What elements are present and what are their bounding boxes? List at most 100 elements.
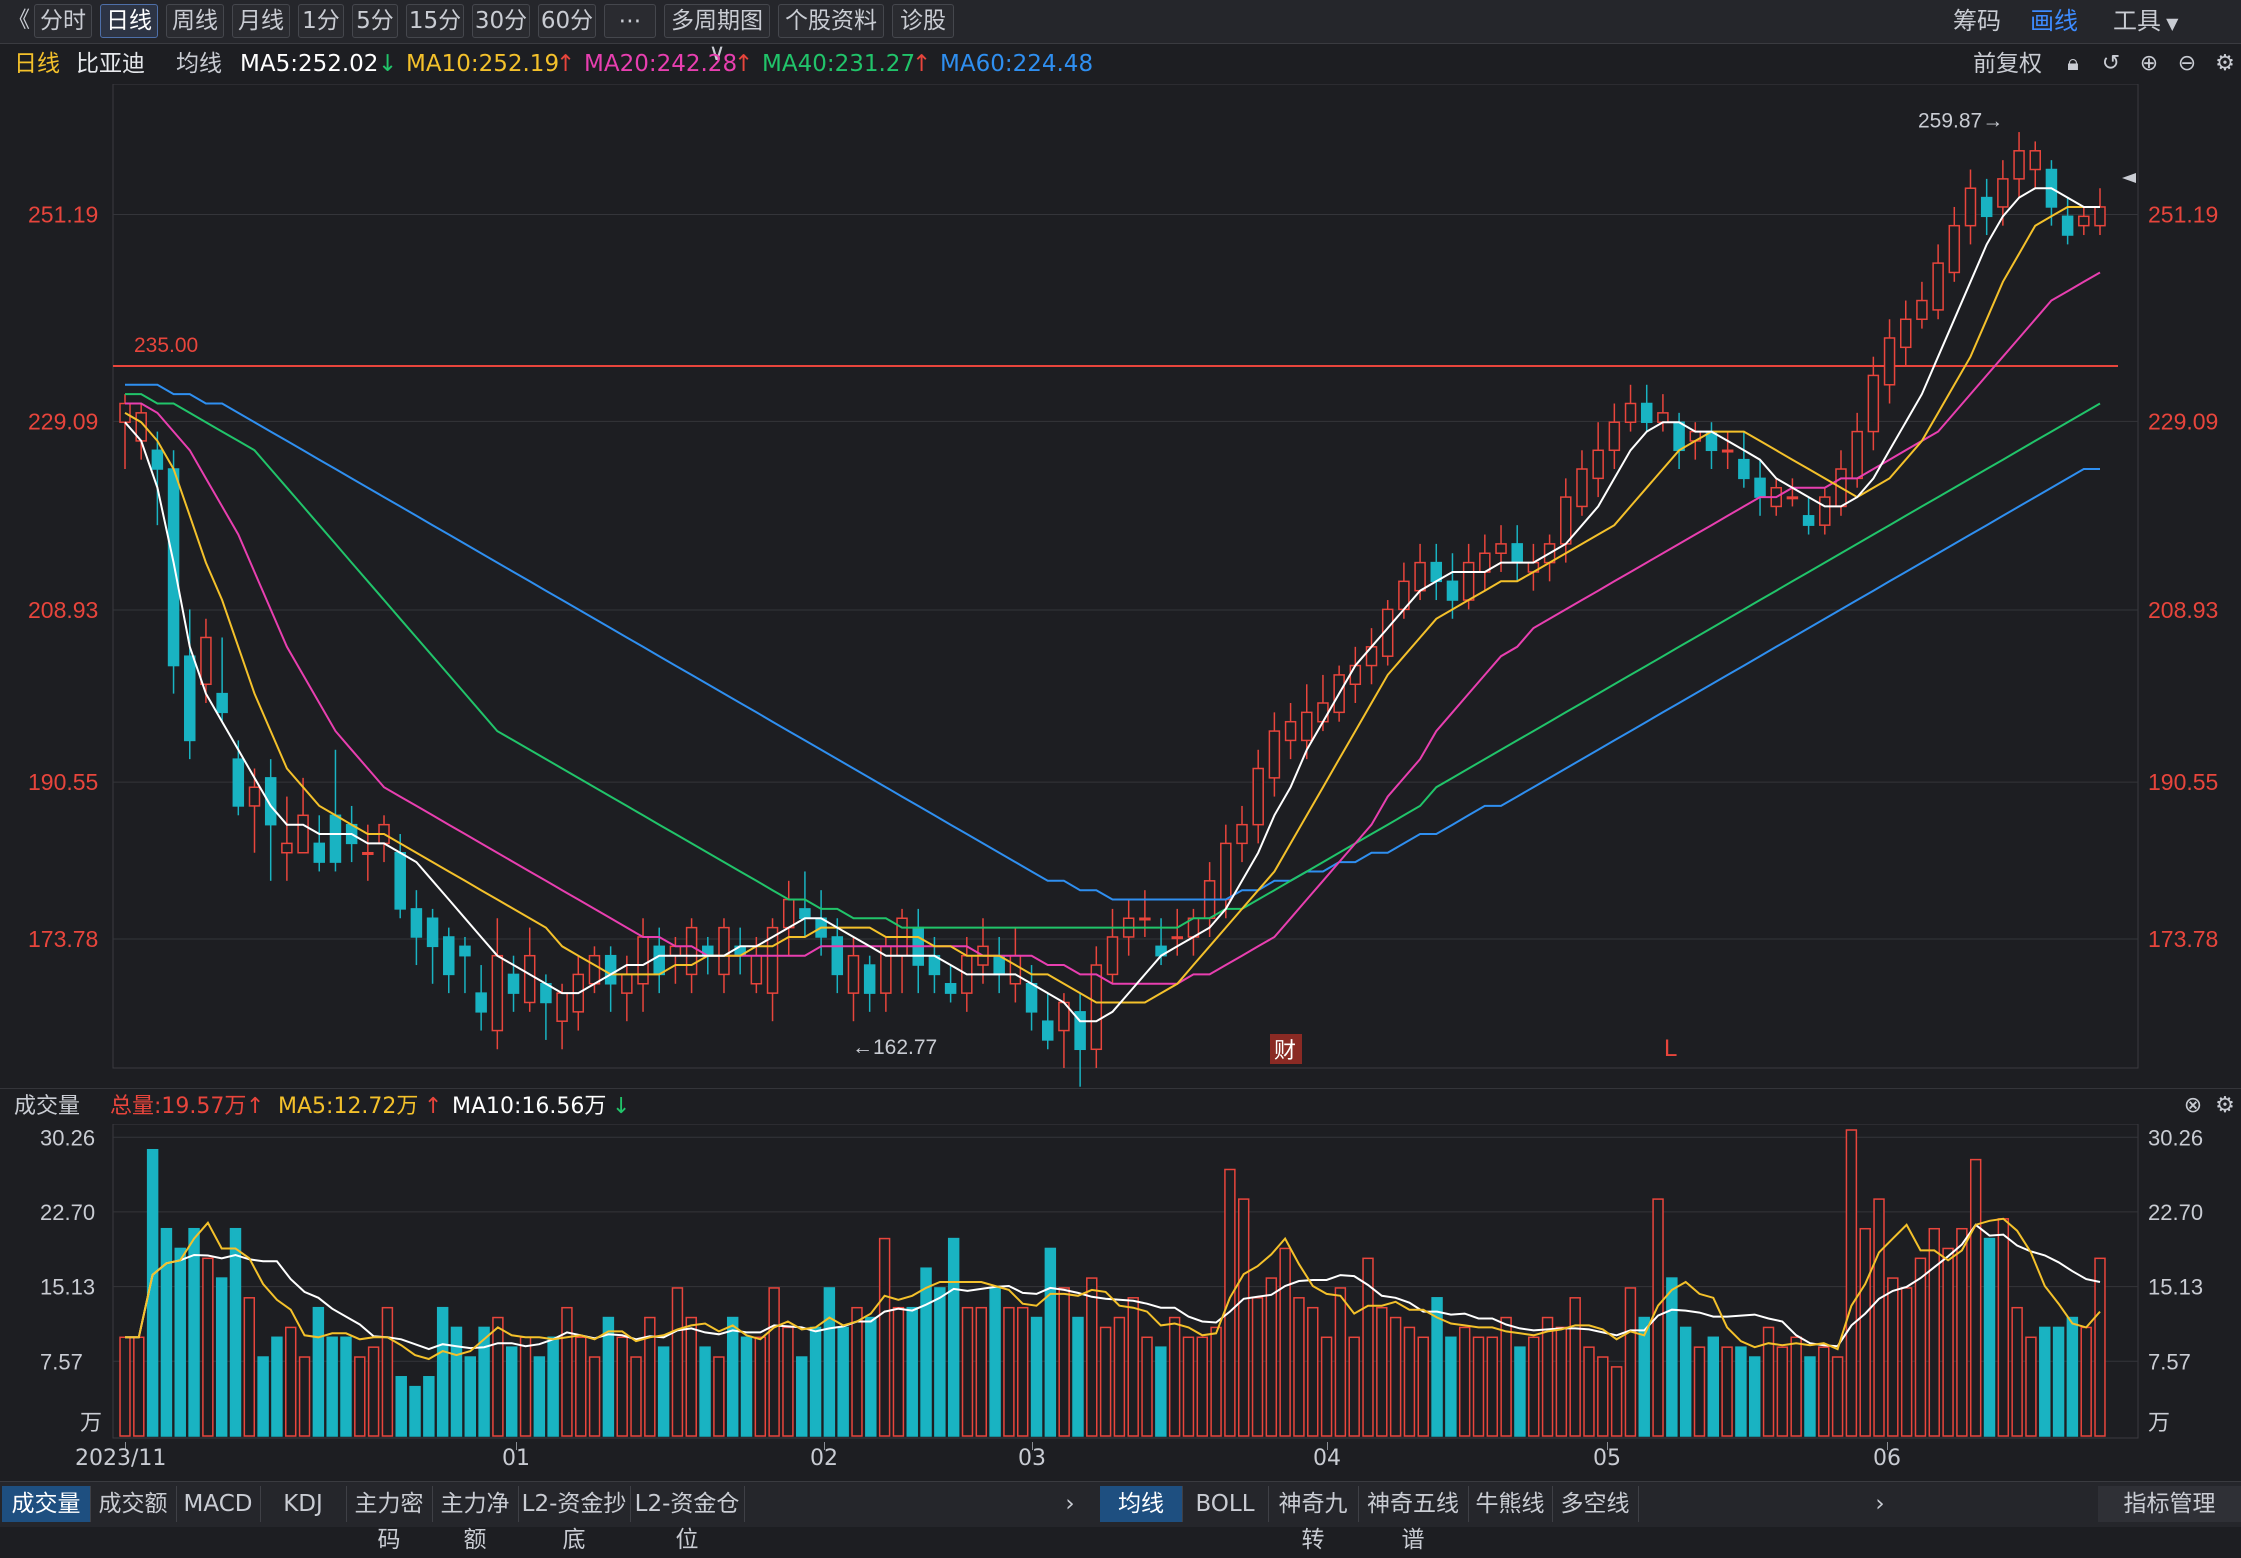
candle-body bbox=[1786, 496, 1799, 500]
candle-body bbox=[297, 814, 309, 854]
overlay-tab-0[interactable]: 均线 bbox=[1100, 1486, 1183, 1522]
candle-body bbox=[1495, 543, 1507, 554]
undo-icon[interactable]: ↺ bbox=[2098, 51, 2124, 77]
date-axis: 2023/11 01 02 03 04 05 06 bbox=[0, 1442, 2241, 1476]
chip-button[interactable]: 筹码 bbox=[1953, 4, 2001, 38]
overlay-tab-2[interactable]: 神奇九转 bbox=[1268, 1486, 1359, 1553]
candle-body bbox=[750, 954, 763, 985]
tab-period-12[interactable]: 诊股 bbox=[892, 4, 954, 38]
candle-body bbox=[669, 945, 682, 957]
tab-period-9[interactable]: ⋯ bbox=[604, 4, 656, 38]
overlay-tab-3[interactable]: 神奇五线谱 bbox=[1358, 1486, 1469, 1553]
indicator-tab-6[interactable]: L2-资金抄底 bbox=[518, 1486, 631, 1553]
chevron-right-icon[interactable]: › bbox=[1050, 1486, 1090, 1522]
tools-button[interactable]: 工具 ▼ bbox=[2113, 4, 2178, 38]
volume-bar bbox=[492, 1316, 504, 1437]
tab-period-1[interactable]: 日线 bbox=[100, 4, 158, 38]
stock-name: 比亚迪 bbox=[76, 51, 145, 77]
volume-bar bbox=[1997, 1218, 2010, 1437]
candle-body bbox=[621, 973, 633, 994]
settings-icon[interactable]: ⚙ bbox=[2212, 1093, 2238, 1119]
zoom-out-icon[interactable]: ⊖ bbox=[2174, 51, 2200, 77]
candle-body bbox=[1090, 964, 1103, 1051]
tab-period-7[interactable]: 30分 bbox=[472, 4, 530, 38]
draw-line-button[interactable]: 画线 bbox=[2030, 4, 2078, 38]
zoom-in-icon[interactable]: ⊕ bbox=[2136, 51, 2162, 77]
volume-bar bbox=[409, 1385, 421, 1437]
indicator-tab-1[interactable]: 成交额 bbox=[90, 1486, 177, 1522]
volume-bar bbox=[1666, 1277, 1678, 1437]
volume-bar bbox=[1320, 1336, 1333, 1437]
volume-bar bbox=[920, 1267, 932, 1437]
volume-bar bbox=[1583, 1346, 1595, 1437]
volume-bar bbox=[1859, 1227, 1871, 1437]
volume-bar bbox=[2094, 1257, 2106, 1437]
l-marker[interactable]: L bbox=[1664, 1035, 1677, 1062]
ma-label[interactable]: 均线 bbox=[176, 44, 222, 84]
tab-period-8[interactable]: 60分 bbox=[538, 4, 596, 38]
volume-label-right: 22.70 bbox=[2148, 1200, 2203, 1225]
candle-body bbox=[1236, 823, 1248, 845]
volume-bar bbox=[533, 1356, 546, 1437]
candle-body bbox=[1738, 458, 1750, 480]
volume-bar bbox=[796, 1356, 808, 1437]
adjust-mode[interactable]: 前复权 bbox=[1973, 44, 2042, 84]
candle-body bbox=[507, 973, 520, 994]
volume-bar bbox=[1914, 1257, 1927, 1437]
volume-bar bbox=[630, 1356, 642, 1437]
close-icon[interactable]: ⊗ bbox=[2180, 1093, 2206, 1119]
hline-value-label: 235.00 bbox=[134, 334, 198, 357]
candle-body bbox=[151, 449, 164, 470]
candle-body bbox=[718, 926, 730, 976]
tab-period-6[interactable]: 15分 bbox=[406, 4, 464, 38]
period-label: 日线 bbox=[14, 51, 60, 77]
candle-body bbox=[1025, 983, 1038, 1013]
volume-bar bbox=[1293, 1297, 1305, 1437]
candle-body bbox=[1446, 580, 1459, 601]
overlay-tab-1[interactable]: BOLL bbox=[1182, 1486, 1269, 1522]
chevron-right-icon[interactable]: › bbox=[1860, 1486, 1900, 1522]
volume-bar bbox=[2080, 1326, 2092, 1437]
volume-bar bbox=[1155, 1346, 1167, 1437]
tab-period-11[interactable]: 个股资料 bbox=[778, 4, 884, 38]
arrow-up-icon: ↑ bbox=[734, 51, 754, 77]
indicator-tab-4[interactable]: 主力密码 bbox=[346, 1486, 433, 1553]
volume-bar bbox=[1210, 1326, 1222, 1437]
volume-bar bbox=[395, 1376, 407, 1437]
settings-icon[interactable]: ⚙ bbox=[2212, 51, 2238, 77]
volume-bar bbox=[699, 1346, 711, 1437]
volume-bar bbox=[1099, 1326, 1112, 1437]
indicator-tab-7[interactable]: L2-资金仓位 bbox=[630, 1486, 745, 1553]
candle-body bbox=[863, 964, 876, 994]
indicator-tab-5[interactable]: 主力净额 bbox=[432, 1486, 519, 1553]
volume-bar bbox=[1376, 1306, 1388, 1437]
candle-body bbox=[1819, 496, 1831, 526]
tab-period-5[interactable]: 5分 bbox=[352, 4, 398, 38]
tab-period-0[interactable]: 分时 bbox=[34, 4, 92, 38]
indicator-manage-button[interactable]: 指标管理 bbox=[2098, 1486, 2241, 1522]
volume-bar bbox=[961, 1306, 974, 1437]
volume-bar bbox=[1307, 1306, 1319, 1437]
indicator-tab-2[interactable]: MACD bbox=[176, 1486, 261, 1522]
back-icon[interactable]: 《 bbox=[8, 4, 30, 38]
indicator-tab-0[interactable]: 成交量 bbox=[2, 1486, 91, 1522]
indicator-tab-3[interactable]: KDJ bbox=[260, 1486, 347, 1522]
candle-body bbox=[1576, 468, 1588, 508]
volume-bar bbox=[1693, 1346, 1706, 1437]
candle-body bbox=[1462, 561, 1475, 601]
volume-chart[interactable]: 30.26 30.26 22.70 22.70 15.13 15.13 7.57 7.57 万 万 bbox=[0, 1124, 2241, 1444]
lock-icon[interactable]: 🔒︎ bbox=[2060, 51, 2086, 77]
tab-period-10[interactable]: 多周期图 ∨ bbox=[664, 4, 770, 66]
tab-period-3[interactable]: 月线 bbox=[232, 4, 290, 38]
overlay-tab-5[interactable]: 多空线 bbox=[1552, 1486, 1639, 1522]
candle-body bbox=[1414, 561, 1426, 592]
volume-bar bbox=[1776, 1346, 1789, 1437]
overlay-tab-4[interactable]: 牛熊线 bbox=[1468, 1486, 1553, 1522]
tab-period-2[interactable]: 周线 bbox=[166, 4, 224, 38]
candle-body bbox=[2013, 150, 2025, 180]
volume-bar bbox=[1624, 1287, 1637, 1437]
candle-body bbox=[1301, 711, 1313, 742]
tab-period-4[interactable]: 1分 bbox=[298, 4, 344, 38]
volume-bar bbox=[478, 1326, 490, 1437]
kline-chart[interactable]: 251.19 251.19 229.09 229.09 208.93 208.93 190.… bbox=[0, 84, 2241, 1088]
